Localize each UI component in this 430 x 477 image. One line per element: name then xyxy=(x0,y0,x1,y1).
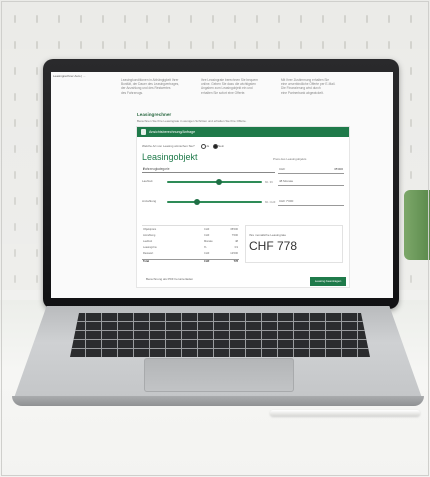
downpayment-value: CHF 7'000 xyxy=(279,199,294,203)
cell-unit: CHF xyxy=(204,228,210,231)
cell-label: Leasingzins xyxy=(143,246,157,249)
trackpad xyxy=(144,358,294,392)
radio-yes-label: Ja xyxy=(206,144,210,148)
cell-value: 7'000 xyxy=(231,234,238,237)
monthly-rate: CHF 778 xyxy=(249,239,298,253)
radio-no-label: Nein xyxy=(218,144,225,148)
downpayment-field[interactable]: CHF 7'000 xyxy=(278,198,344,206)
price-currency: CHF xyxy=(279,167,286,171)
downpayment-slider-thumb[interactable] xyxy=(194,198,201,205)
section-hint: Berechnen Sie Ihre Leasingrate in wenige… xyxy=(137,119,247,123)
browser-tab-title: Leasingrechner Auto | ... xyxy=(53,74,86,78)
category-select-value: Fahrzeugkategorie xyxy=(143,167,170,171)
cell-unit: CHF xyxy=(204,260,210,263)
rate-box: Ihre monatliche Leasingrate CHF 778 xyxy=(245,225,343,263)
cell-label: Objektpreis xyxy=(143,228,157,231)
laptop-screen: Leasingrechner Auto | ... Leasingkonditi… xyxy=(51,72,393,298)
intro-column-1: Leasingkonditionen in Abhängigkeit Ihrer… xyxy=(121,78,195,95)
panel-title: Ansichtsberechnung/Anfrage xyxy=(149,130,196,134)
cell-label: Total xyxy=(143,260,150,263)
laptop-photo: Leasingrechner Auto | ... Leasingkonditi… xyxy=(0,0,430,477)
section-heading: Leasingrechner xyxy=(137,112,172,117)
cell-label: Restwert xyxy=(143,252,154,255)
price-label: Preis des Leasingobjekts xyxy=(273,157,307,161)
table-row-total: Total CHF 778 xyxy=(142,259,239,264)
table-row: Restwert CHF 12'000 xyxy=(142,252,239,256)
intro-line: des Fahrzeugs. xyxy=(121,90,143,95)
downpayment-slider-track[interactable] xyxy=(167,201,262,203)
cell-label: Anzahlung xyxy=(143,234,156,237)
laptop-front-edge xyxy=(12,396,424,406)
table-row: Anzahlung CHF 7'000 xyxy=(142,234,239,238)
duration-label: Laufzeit xyxy=(142,179,153,183)
duration-side-label: Mt. 36 xyxy=(265,180,273,184)
table-row: Leasingzins % 3.9 xyxy=(142,246,239,250)
calculator-icon xyxy=(141,129,146,135)
downpayment-side-label: Mt. CHF xyxy=(265,200,276,204)
cell-unit: Monate xyxy=(204,240,213,243)
page-title: Leasingobjekt xyxy=(142,152,198,162)
calculator-panel: Ansichtsberechnung/Anfrage Welche Art vo… xyxy=(137,127,349,287)
chevron-down-icon: ▾ xyxy=(143,167,145,171)
duration-slider-track[interactable] xyxy=(167,181,262,183)
cell-unit: % xyxy=(204,246,207,249)
intro-column-2: Ihre Leasingrate berechnen Sie bequem on… xyxy=(201,78,275,95)
submit-button[interactable]: Leasing beantragen xyxy=(310,277,346,286)
intro-column-3: Mit Ihrer Zustimmung erhalten Sie eine u… xyxy=(281,78,355,95)
cell-unit: CHF xyxy=(204,252,210,255)
rate-label: Ihre monatliche Leasingrate xyxy=(249,233,287,237)
cell-value: 3.9 xyxy=(234,246,238,249)
duration-slider-thumb[interactable] xyxy=(216,178,223,185)
table-row: Laufzeit Monate 48 xyxy=(142,240,239,244)
keyboard xyxy=(70,313,370,357)
panel-header: Ansichtsberechnung/Anfrage xyxy=(137,127,349,137)
pdf-download-link[interactable]: Berechnung als PDF herunterladen xyxy=(146,277,193,281)
cell-value: 48 xyxy=(235,240,238,243)
category-select[interactable]: Fahrzeugkategorie × ▾ xyxy=(142,166,275,173)
intro-line: erhalten Sie sofort eine Offerte. xyxy=(201,90,246,95)
cell-value: 35'000 xyxy=(230,228,238,231)
pencil xyxy=(270,410,420,416)
leasing-type-label: Welche Art von Leasing wünschen Sie? xyxy=(142,144,195,148)
price-value: 35'000 xyxy=(334,167,343,171)
duration-value: 48 Monate xyxy=(279,179,294,183)
cell-label: Laufzeit xyxy=(143,240,153,243)
cell-unit: CHF xyxy=(204,234,210,237)
cell-value: 778 xyxy=(233,260,238,263)
cell-value: 12'000 xyxy=(230,252,238,255)
table-row: Objektpreis CHF 35'000 xyxy=(142,228,239,232)
downpayment-label: Anzahlung xyxy=(142,199,157,203)
intro-line: eine Partnerbank abgewickelt. xyxy=(281,90,324,95)
summary-table: Objektpreis CHF 35'000 Anzahlung CHF 7'0… xyxy=(142,225,239,270)
price-field[interactable]: CHF 35'000 xyxy=(278,166,344,174)
duration-field[interactable]: 48 Monate xyxy=(278,178,344,186)
plant-pot xyxy=(404,190,430,260)
